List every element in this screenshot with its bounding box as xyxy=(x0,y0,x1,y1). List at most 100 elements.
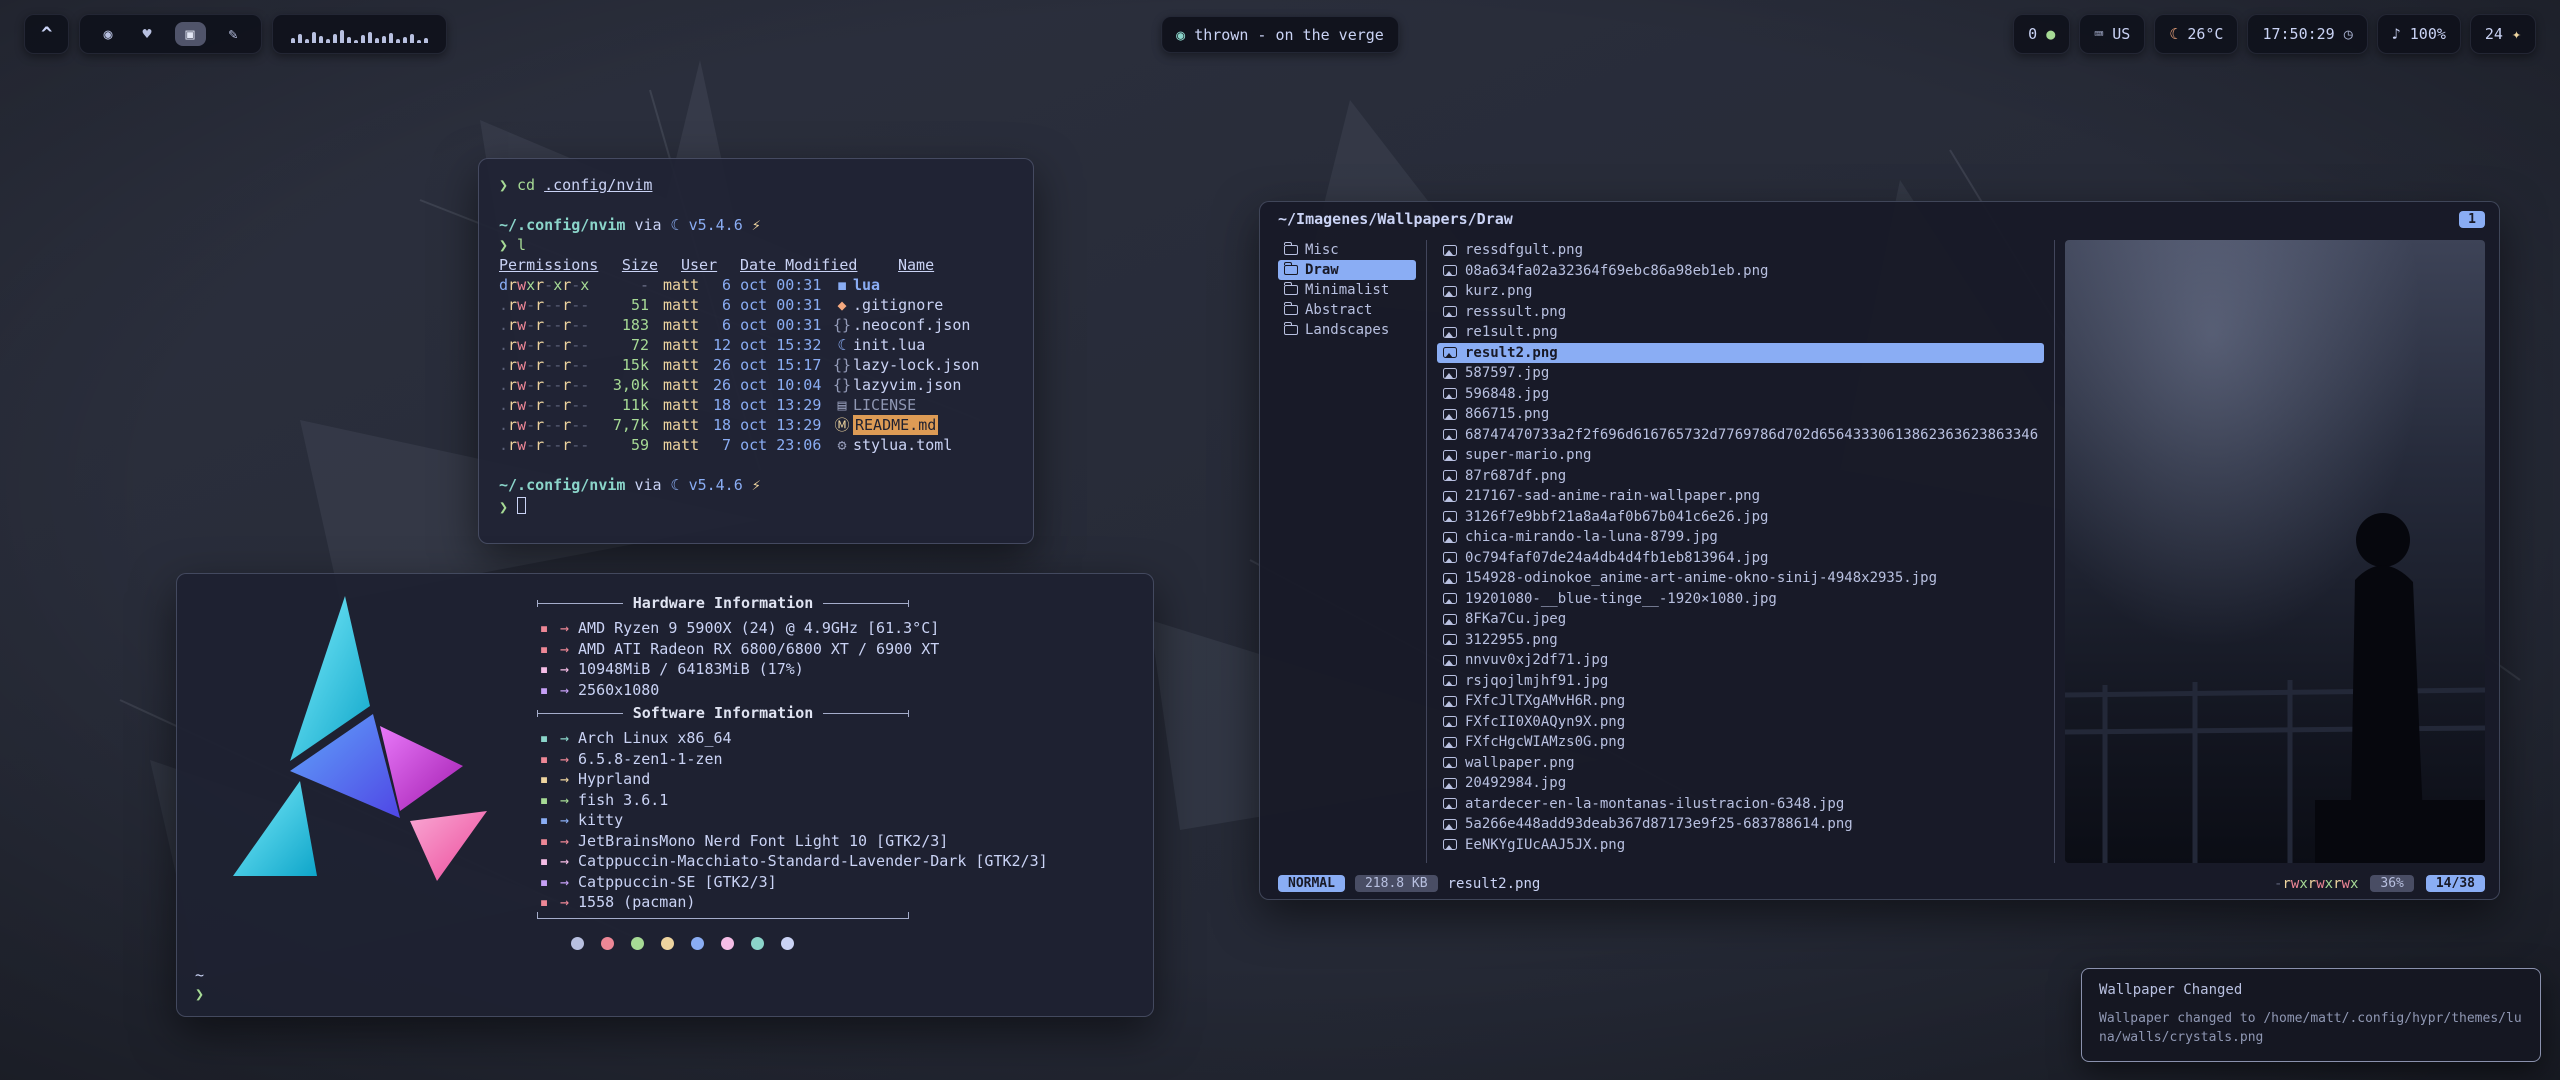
file-row[interactable]: FXfcII0X0AQyn9X.png xyxy=(1437,712,2044,733)
sidebar-folder[interactable]: Misc xyxy=(1278,240,1416,260)
file-name: atardecer-en-la-montanas-ilustracion-634… xyxy=(1465,796,1844,812)
visualizer-bar xyxy=(389,33,393,43)
file-row[interactable]: 87r687df.png xyxy=(1437,466,2044,487)
flash-icon: ⚡ xyxy=(752,215,761,235)
sidebar-folder[interactable]: Landscapes xyxy=(1278,320,1416,340)
resolution-icon: ▪ xyxy=(537,680,551,701)
file-row[interactable]: wallpaper.png xyxy=(1437,753,2044,774)
color-swatch xyxy=(601,937,614,950)
workspace-button[interactable]: ▣ xyxy=(175,22,206,46)
color-swatch xyxy=(691,937,704,950)
clock-icon: ◷ xyxy=(2344,25,2353,43)
notification-title: Wallpaper Changed xyxy=(2099,982,2523,998)
parent-directory-pane: Misc Draw Minimalist Abstract xyxy=(1278,240,1416,863)
file-row[interactable]: 5a266e448add93deab367d87173e9f25-6837886… xyxy=(1437,814,2044,835)
file-name: nnvuv0xj2df71.jpg xyxy=(1465,652,1608,668)
visualizer-bar xyxy=(410,34,414,43)
speaker-icon: ♪ xyxy=(2392,25,2401,43)
launcher-icon: ^ xyxy=(41,23,52,45)
sidebar-folder[interactable]: Draw xyxy=(1278,260,1416,280)
info-line: ▪ → 6.5.8-zen1-1-zen xyxy=(537,749,1137,770)
file-owner: matt xyxy=(663,415,713,435)
workspace-button[interactable]: ♥ xyxy=(135,22,158,46)
file-manager-window[interactable]: ~/Imagenes/Wallpapers/Draw 1 Misc Draw M… xyxy=(1259,201,2500,900)
ls-row: .rw-r--r-- 59 matt 7 oct 23:06 ⚙ stylua.… xyxy=(499,435,1013,455)
cwd-path: ~/.config/nvim xyxy=(499,215,625,235)
file-row[interactable]: ressdfgult.png xyxy=(1437,240,2044,261)
file-row[interactable]: 596848.jpg xyxy=(1437,384,2044,405)
image-file-icon xyxy=(1443,368,1457,379)
file-owner: matt xyxy=(663,435,713,455)
file-name: .gitignore xyxy=(853,295,943,315)
distro-logo xyxy=(195,586,495,896)
sidebar-folder[interactable]: Abstract xyxy=(1278,300,1416,320)
file-name: chica-mirando-la-luna-8799.jpg xyxy=(1465,529,1718,545)
file-row[interactable]: 19201080-__blue-tinge__-1920×1080.jpg xyxy=(1437,589,2044,610)
keyboard-layout-module[interactable]: ⌨ US xyxy=(2079,14,2145,54)
volume-module[interactable]: ♪ 100% xyxy=(2377,14,2461,54)
file-row[interactable]: nnvuv0xj2df71.jpg xyxy=(1437,650,2044,671)
prompt-symbol: ❯ xyxy=(499,235,508,255)
visualizer-bar xyxy=(347,37,351,43)
sidebar-folder[interactable]: Minimalist xyxy=(1278,280,1416,300)
file-name: EeNKYgIUcAAJ5JX.png xyxy=(1465,837,1625,853)
file-row[interactable]: 8FKa7Cu.jpeg xyxy=(1437,609,2044,630)
weather-module[interactable]: ☾ 26°C xyxy=(2154,14,2238,54)
notifications-module[interactable]: 24 ✦ xyxy=(2470,14,2536,54)
image-file-icon xyxy=(1443,839,1457,850)
launcher-button[interactable]: ^ xyxy=(24,14,69,54)
workspace-button[interactable]: ◉ xyxy=(96,22,119,46)
prompt-path: ~ xyxy=(195,966,204,985)
image-file-icon xyxy=(1443,286,1457,297)
file-row[interactable]: atardecer-en-la-montanas-ilustracion-634… xyxy=(1437,794,2044,815)
file-row[interactable]: FXfcJlTXgAMvH6R.png xyxy=(1437,691,2044,712)
notification-popup[interactable]: Wallpaper Changed Wallpaper changed to /… xyxy=(2081,968,2541,1062)
file-row[interactable]: kurz.png xyxy=(1437,281,2044,302)
fastfetch-window[interactable]: Hardware Information ▪ → AMD Ryzen 9 590… xyxy=(176,573,1154,1017)
file-row[interactable]: 217167-sad-anime-rain-wallpaper.png xyxy=(1437,486,2044,507)
terminal-cursor[interactable] xyxy=(517,497,526,514)
workspace-button[interactable]: ✎ xyxy=(222,22,245,46)
file-row[interactable]: 3126f7e9bbf21a8a4af0b67b041c6e26.jpg xyxy=(1437,507,2044,528)
file-name: 08a634fa02a32364f69ebc86a98eb1eb.png xyxy=(1465,263,1768,279)
cpu-icon: ▪ xyxy=(537,618,551,639)
file-row[interactable]: 3122955.png xyxy=(1437,630,2044,651)
file-row[interactable]: 0c794faf07de24a4db4d4fb1eb813964.jpg xyxy=(1437,548,2044,569)
folder-icon xyxy=(1284,245,1298,255)
file-row[interactable]: rsjqojlmjhf91.jpg xyxy=(1437,671,2044,692)
tab-indicator[interactable]: 1 xyxy=(2459,211,2485,228)
section-title: Hardware Information xyxy=(633,593,814,614)
file-row[interactable]: 08a634fa02a32364f69ebc86a98eb1eb.png xyxy=(1437,261,2044,282)
gtk-theme-icon: ▪ xyxy=(537,851,551,872)
terminal-window[interactable]: ❯ cd .config/nvim ~/.config/nvim via ☾ v… xyxy=(478,158,1034,544)
file-name: stylua.toml xyxy=(853,435,952,455)
file-row[interactable]: 20492984.jpg xyxy=(1437,773,2044,794)
file-size: 11k xyxy=(603,395,649,415)
file-date: 18 oct 13:29 xyxy=(713,395,831,415)
media-player-widget[interactable]: ◉ thrown - on the verge xyxy=(1161,16,1399,53)
file-row[interactable]: chica-mirando-la-luna-8799.jpg xyxy=(1437,527,2044,548)
folder-icon xyxy=(1284,265,1298,275)
file-row[interactable]: result2.png xyxy=(1437,343,2044,364)
arrow-icon: → xyxy=(560,749,569,770)
visualizer-bar xyxy=(368,32,372,43)
file-row[interactable]: resssult.png xyxy=(1437,302,2044,323)
file-row[interactable]: super-mario.png xyxy=(1437,445,2044,466)
file-name: 217167-sad-anime-rain-wallpaper.png xyxy=(1465,488,1760,504)
file-row[interactable]: 154928-odinokoe_anime-art-anime-okno-sin… xyxy=(1437,568,2044,589)
clock-module[interactable]: 17:50:29 ◷ xyxy=(2247,14,2367,54)
moon-weather-icon: ☾ xyxy=(2169,25,2178,43)
arrow-icon: → xyxy=(560,680,569,701)
file-row[interactable]: 68747470733a2f2f696d616765732d7769786d70… xyxy=(1437,425,2044,446)
file-row[interactable]: 587597.jpg xyxy=(1437,363,2044,384)
image-file-icon xyxy=(1443,470,1457,481)
file-row[interactable]: re1sult.png xyxy=(1437,322,2044,343)
updates-module[interactable]: 0 ● xyxy=(2013,14,2070,54)
ls-row: .rw-r--r-- 72 matt 12 oct 15:32 ☾ init.l… xyxy=(499,335,1013,355)
file-row[interactable]: 866715.png xyxy=(1437,404,2044,425)
file-row[interactable]: FXfcHgcWIAMzs0G.png xyxy=(1437,732,2044,753)
file-row[interactable]: EeNKYgIUcAAJ5JX.png xyxy=(1437,835,2044,856)
file-name: 154928-odinokoe_anime-art-anime-okno-sin… xyxy=(1465,570,1937,586)
color-swatch xyxy=(571,937,584,950)
folder-icon xyxy=(1284,325,1298,335)
